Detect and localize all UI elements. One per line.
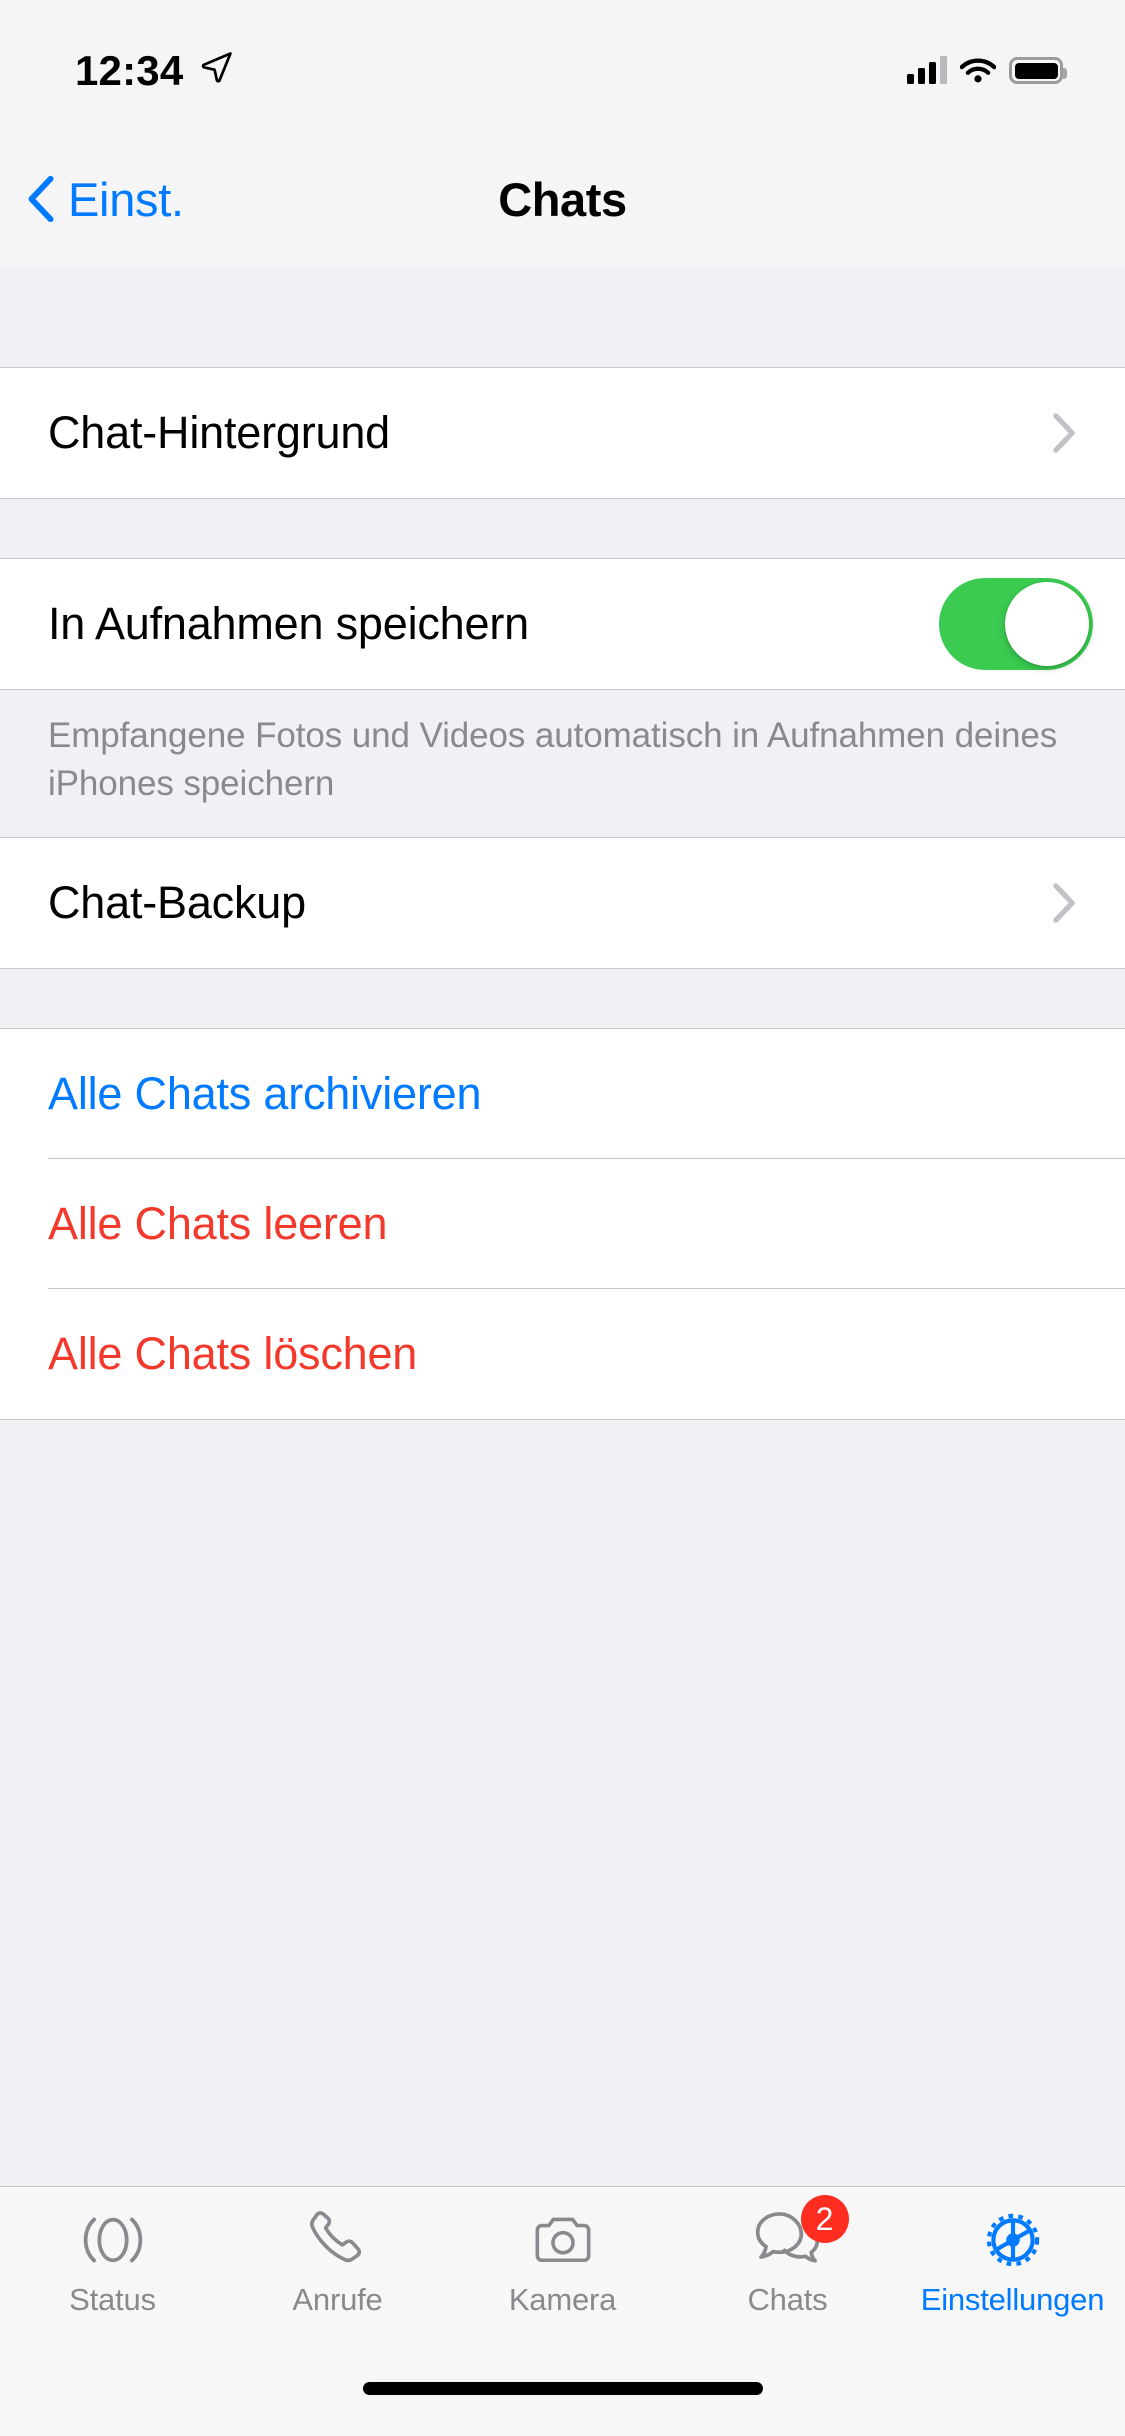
row-label: Alle Chats leeren [48, 1198, 388, 1250]
tab-anrufe[interactable]: Anrufe [225, 2187, 450, 2368]
tab-label: Chats [747, 2282, 828, 2317]
section-chat-backup: Chat-Backup [0, 838, 1125, 969]
location-arrow-icon [201, 52, 232, 83]
section-wallpaper: Chat-Hintergrund [0, 368, 1125, 498]
section-save-to-camera-roll: In Aufnahmen speichern [0, 559, 1125, 689]
section-gap [0, 498, 1125, 559]
chevron-right-icon [1053, 883, 1075, 923]
tab-label: Anrufe [292, 2282, 383, 2317]
chevron-right-icon [1053, 413, 1075, 453]
status-bar-indicators [907, 44, 1067, 84]
battery-icon [1009, 57, 1067, 84]
tab-chats[interactable]: 2 Chats [675, 2187, 900, 2368]
tab-label: Status [69, 2282, 156, 2317]
section-gap [0, 968, 1125, 1030]
row-alle-chats-archivieren[interactable]: Alle Chats archivieren [0, 1029, 1125, 1160]
row-chat-backup[interactable]: Chat-Backup [0, 838, 1125, 969]
tab-label: Kamera [508, 2282, 617, 2317]
row-label: Alle Chats archivieren [48, 1068, 482, 1120]
wifi-icon [960, 58, 996, 83]
row-chat-hintergrund[interactable]: Chat-Hintergrund [0, 368, 1125, 498]
phone-icon [309, 2211, 361, 2263]
row-label: Chat-Hintergrund [48, 407, 390, 458]
section-gap [0, 266, 1125, 368]
cellular-signal-icon [907, 56, 947, 84]
row-label: In Aufnahmen speichern [48, 598, 529, 649]
row-label: Alle Chats löschen [48, 1328, 418, 1380]
navigation-bar: Einst. Chats [0, 132, 1125, 266]
camera-icon [535, 2217, 590, 2263]
gear-icon [986, 2213, 1039, 2267]
status-bar-time: 12:34 [75, 47, 184, 94]
section-footer-text: Empfangene Fotos und Videos automatisch … [0, 689, 1125, 839]
tab-kamera[interactable]: Kamera [450, 2187, 675, 2368]
empty-area [0, 1420, 1125, 2121]
chats-unread-badge: 2 [800, 2195, 849, 2243]
home-indicator-area [0, 2368, 1125, 2436]
tab-einstellungen[interactable]: Einstellungen [900, 2187, 1125, 2368]
whatsapp-chats-settings-screen: 12:34 Einst. Chats Chat-Hintergrund In A… [0, 0, 1125, 2436]
row-label: Chat-Backup [48, 877, 306, 929]
tab-status[interactable]: Status [0, 2187, 225, 2368]
page-title: Chats [498, 172, 627, 226]
section-chat-actions: Alle Chats archivieren Alle Chats leeren… [0, 1029, 1125, 1421]
status-bar: 12:34 [0, 0, 1125, 132]
home-indicator[interactable] [362, 2382, 763, 2395]
status-rings-icon [83, 2217, 142, 2263]
row-in-aufnahmen-speichern[interactable]: In Aufnahmen speichern [0, 559, 1125, 689]
row-alle-chats-leeren[interactable]: Alle Chats leeren [0, 1159, 1125, 1290]
tab-label: Einstellungen [920, 2282, 1105, 2317]
settings-list: Chat-Hintergrund In Aufnahmen speichern … [0, 266, 1125, 2186]
row-alle-chats-loeschen[interactable]: Alle Chats löschen [0, 1289, 1125, 1420]
save-to-camera-roll-toggle[interactable] [939, 578, 1093, 670]
tab-bar: Status Anrufe Kamera 2 Chats Einstellung… [0, 2186, 1125, 2368]
toggle-knob [1005, 582, 1089, 666]
